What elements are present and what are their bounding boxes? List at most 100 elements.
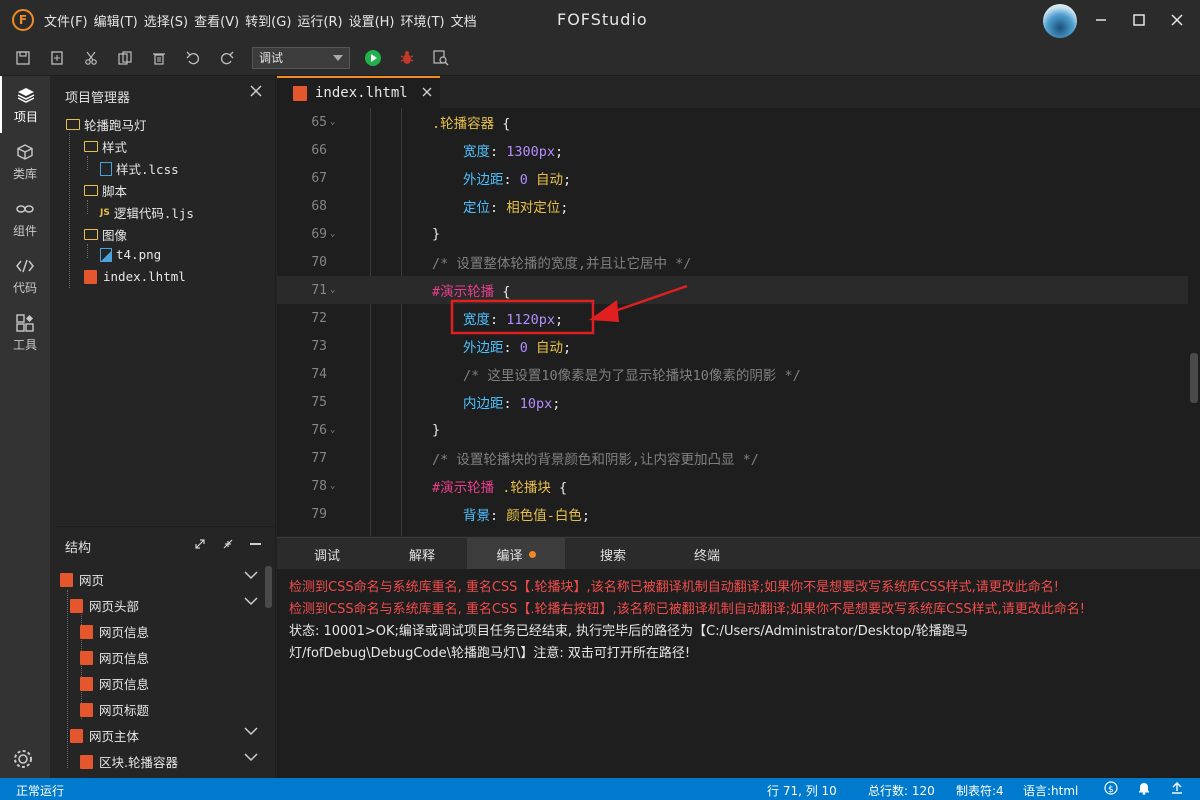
- minimize-panel-icon[interactable]: [250, 543, 261, 545]
- layers-icon: [17, 85, 35, 105]
- tab-index-lhtml[interactable]: index.lhtml: [277, 76, 440, 108]
- chevron-down-icon[interactable]: [244, 725, 258, 739]
- cube-icon: [16, 142, 34, 162]
- element-icon: [80, 676, 93, 691]
- tree-item[interactable]: JS 逻辑代码.ljs: [100, 203, 194, 222]
- tab-label: 搜索: [599, 548, 626, 564]
- structure-label: 网页: [79, 573, 105, 588]
- close-icon[interactable]: [422, 85, 432, 101]
- cut-icon[interactable]: [80, 47, 102, 69]
- tree-label: 样式: [102, 140, 128, 155]
- tree-item[interactable]: 图像: [84, 225, 127, 244]
- menu-item[interactable]: 查看(V): [194, 11, 239, 30]
- element-icon: [80, 624, 93, 639]
- tab-label: 编译: [496, 548, 523, 564]
- structure-label: 区块.轮播容器: [99, 755, 178, 770]
- tab-debug[interactable]: 调试: [277, 538, 377, 570]
- status-run-state: 正常运行: [16, 784, 65, 798]
- activity-library[interactable]: 类库: [0, 133, 50, 190]
- tree-item[interactable]: 样式.lcss: [100, 159, 179, 178]
- upload-icon[interactable]: [1170, 781, 1184, 798]
- status-language[interactable]: 语言:html: [1023, 782, 1078, 799]
- output-line-status[interactable]: 状态: 10001>OK;编译或调试项目任务已经结束, 执行完毕后的路径为【C:…: [289, 621, 1188, 643]
- chevron-down-icon[interactable]: [244, 595, 258, 609]
- tab-compile[interactable]: 编译: [467, 538, 565, 570]
- chevron-down-icon[interactable]: [244, 751, 258, 765]
- gear-icon[interactable]: [12, 748, 34, 774]
- tree-item[interactable]: 样式: [84, 137, 127, 156]
- status-cursor-position[interactable]: 行 71, 列 10: [767, 782, 837, 799]
- scroll-thumb[interactable]: [1190, 353, 1198, 403]
- menu-item[interactable]: 编辑(T): [94, 11, 138, 30]
- delete-icon[interactable]: [148, 47, 170, 69]
- compile-output[interactable]: 检测到CSS命名与系统库重名, 重名CSS【.轮播块】,该名称已被翻译机制自动翻…: [277, 569, 1200, 778]
- avatar[interactable]: [1043, 4, 1077, 38]
- close-icon[interactable]: [250, 85, 262, 101]
- menu-item[interactable]: 运行(R): [297, 11, 342, 30]
- structure-item[interactable]: 网页: [60, 570, 104, 589]
- activity-bar: 项目 类库 组件 代码 工具: [0, 76, 50, 778]
- minimize-icon[interactable]: [1089, 8, 1113, 32]
- activity-project[interactable]: 项目: [0, 76, 50, 133]
- bell-icon[interactable]: [1137, 781, 1151, 798]
- menu-item[interactable]: 环境(T): [401, 11, 445, 30]
- structure-item[interactable]: 网页信息: [80, 648, 149, 667]
- tab-explain[interactable]: 解释: [377, 538, 467, 570]
- editor-scrollbar[interactable]: [1188, 108, 1200, 536]
- structure-item[interactable]: 网页标题: [80, 700, 149, 719]
- structure-label: 网页信息: [99, 651, 150, 666]
- structure-item[interactable]: 区块.轮播容器: [80, 752, 178, 771]
- structure-item[interactable]: 网页信息: [80, 674, 149, 693]
- close-icon[interactable]: [1165, 8, 1189, 32]
- tab-terminal[interactable]: 终端: [661, 538, 753, 570]
- tab-label: 终端: [693, 548, 720, 564]
- tree-item[interactable]: index.lhtml: [84, 269, 186, 284]
- tree-item[interactable]: 脚本: [84, 181, 127, 200]
- menu-item[interactable]: 文件(F): [44, 11, 88, 30]
- activity-tools[interactable]: 工具: [0, 304, 50, 361]
- tab-label: index.lhtml: [315, 85, 408, 101]
- undo-icon[interactable]: [182, 47, 204, 69]
- menu-item[interactable]: 选择(S): [144, 11, 188, 30]
- menu-item[interactable]: 文档: [451, 11, 477, 30]
- activity-components[interactable]: 组件: [0, 190, 50, 247]
- expand-icon[interactable]: [194, 538, 206, 554]
- tools-icon: [16, 313, 34, 333]
- copy-icon[interactable]: [114, 47, 136, 69]
- status-tab-size[interactable]: 制表符:4: [956, 782, 1004, 799]
- save-icon[interactable]: [12, 47, 34, 69]
- redo-icon[interactable]: [216, 47, 238, 69]
- svg-text:$: $: [1108, 785, 1114, 795]
- code-editor[interactable]: 65 ⌄ .轮播容器 {66 宽度: 1300px; 67 外边距: 0 自动; 68 定位:…: [277, 108, 1188, 536]
- tab-search[interactable]: 搜索: [565, 538, 661, 570]
- new-file-icon[interactable]: [46, 47, 68, 69]
- preview-search-icon[interactable]: [430, 47, 452, 69]
- folder-icon: [84, 141, 98, 152]
- structure-item[interactable]: 网页信息: [80, 622, 149, 641]
- structure-scrollbar[interactable]: [265, 566, 272, 608]
- chevron-down-icon[interactable]: [244, 569, 258, 583]
- maximize-icon[interactable]: [1127, 8, 1151, 32]
- dollar-icon[interactable]: $: [1104, 781, 1118, 798]
- activity-code[interactable]: 代码: [0, 247, 50, 304]
- debug-bug-icon[interactable]: [396, 47, 418, 69]
- collapse-icon[interactable]: [222, 538, 234, 554]
- tree-guide: [87, 244, 88, 258]
- element-icon: [80, 754, 93, 769]
- structure-item[interactable]: 网页头部: [70, 596, 139, 615]
- tree-item[interactable]: t4.png: [100, 247, 161, 262]
- tree-guide: [87, 156, 88, 170]
- element-icon: [80, 702, 93, 717]
- activity-label: 组件: [12, 223, 37, 238]
- run-mode-select[interactable]: 调试: [252, 46, 350, 69]
- menu-item[interactable]: 设置(H): [349, 11, 395, 30]
- run-icon[interactable]: [362, 47, 384, 69]
- output-line-status[interactable]: 灯/fofDebug\DebugCode\轮播跑马灯\】注意: 双击可打开所在路…: [289, 643, 1188, 665]
- menu-item[interactable]: 转到(G): [245, 11, 291, 30]
- chevron-down-icon: [333, 54, 343, 61]
- tree-root[interactable]: 轮播跑马灯: [66, 115, 147, 134]
- structure-item[interactable]: 网页主体: [70, 726, 139, 745]
- project-manager-title: 项目管理器: [65, 91, 131, 106]
- code-icon: [16, 256, 34, 276]
- activity-label: 类库: [12, 166, 37, 181]
